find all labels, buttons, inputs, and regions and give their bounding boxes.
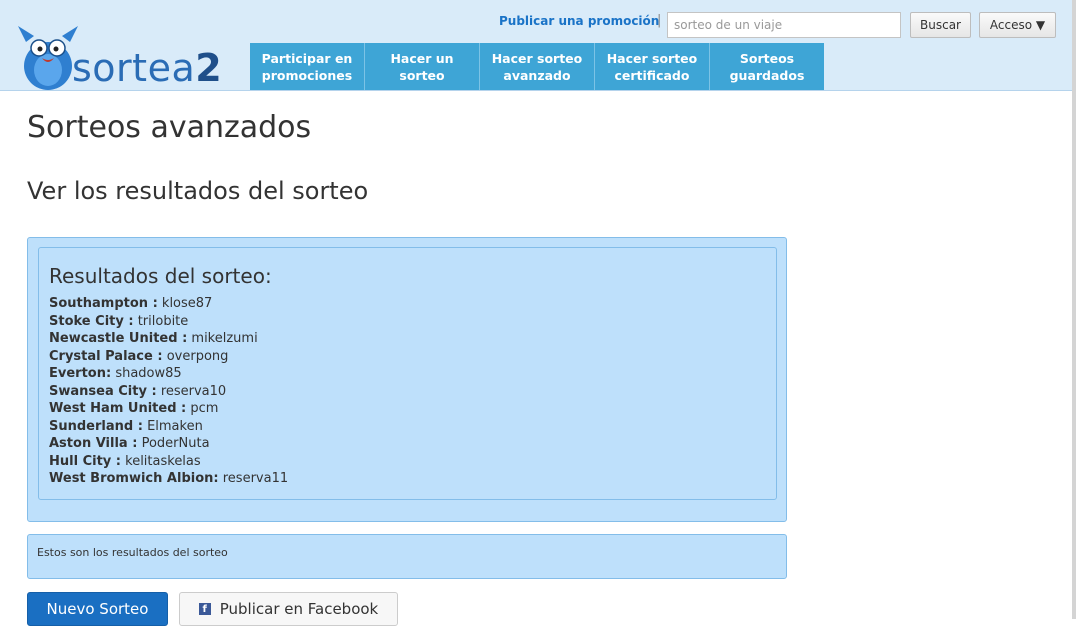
- participant-name: reserva11: [222, 471, 289, 486]
- team-name: Aston Villa :: [49, 436, 138, 451]
- list-item: Southampton : klose87: [49, 295, 288, 313]
- list-item: Newcastle United : mikelzumi: [49, 330, 288, 348]
- participant-name: kelitaskelas: [125, 453, 201, 469]
- participant-name: klose87: [161, 296, 213, 311]
- nav-label-line1: Hacer un: [390, 50, 454, 66]
- page-title: Sorteos avanzados: [27, 110, 312, 145]
- team-name: Southampton :: [49, 296, 158, 311]
- team-name: Sunderland :: [49, 418, 143, 434]
- section-title: Ver los resultados del sorteo: [27, 177, 369, 205]
- team-name: Everton:: [49, 366, 112, 381]
- site-header: sortea2 Publicar una promoción | Buscar …: [0, 0, 1072, 91]
- nav-label-line2: guardados: [729, 67, 805, 83]
- main-nav: Participar en promociones Hacer un sorteo …: [250, 43, 824, 90]
- share-facebook-label: Publicar en Facebook: [219, 600, 379, 618]
- list-item: West Bromwich Albion: reserva11: [49, 470, 288, 488]
- share-facebook-button[interactable]: f Publicar en Facebook: [179, 592, 398, 626]
- list-item: Stoke City : trilobite: [49, 313, 288, 331]
- participant-name: overpong: [166, 348, 229, 364]
- top-separator: |: [657, 13, 662, 28]
- participant-name: mikelzumi: [191, 331, 258, 346]
- list-item: Swansea City : reserva10: [49, 383, 288, 401]
- list-item: Crystal Palace : overpong: [49, 348, 288, 366]
- participant-name: trilobite: [137, 313, 189, 329]
- list-item: Aston Villa : PoderNuta: [49, 435, 288, 453]
- new-draw-button[interactable]: Nuevo Sorteo: [27, 592, 168, 626]
- participant-name: Elmaken: [147, 418, 203, 434]
- results-list: Southampton : klose87 Stoke City : trilo…: [49, 295, 288, 488]
- publish-promotion-link[interactable]: Publicar una promoción: [499, 14, 659, 28]
- team-name: Hull City :: [49, 453, 121, 469]
- nav-participate-promotions[interactable]: Participar en promociones: [250, 43, 365, 90]
- list-item: Everton: shadow85: [49, 365, 288, 383]
- nav-label-line1: Sorteos: [739, 50, 795, 66]
- nav-label-line1: Participar en: [261, 50, 353, 66]
- results-heading: Resultados del sorteo:: [49, 264, 272, 288]
- nav-label-line2: promociones: [261, 67, 353, 83]
- team-name: Newcastle United :: [49, 331, 188, 346]
- logo-suffix: 2: [195, 46, 223, 90]
- team-name: West Bromwich Albion:: [49, 471, 219, 486]
- result-message: Estos son los resultados del sorteo: [37, 546, 228, 559]
- nav-label-line1: Hacer sorteo: [491, 50, 583, 66]
- team-name: Stoke City :: [49, 313, 134, 329]
- site-logo-text[interactable]: sortea2: [72, 48, 222, 88]
- list-item: Hull City : kelitaskelas: [49, 453, 288, 471]
- team-name: West Ham United :: [49, 401, 187, 416]
- logo-word: sortea: [72, 46, 196, 90]
- nav-label-line1: Hacer sorteo: [606, 50, 698, 66]
- participant-name: shadow85: [115, 366, 182, 381]
- team-name: Crystal Palace :: [49, 348, 163, 364]
- nav-advanced-draw[interactable]: Hacer sorteo avanzado: [480, 43, 595, 90]
- search-input[interactable]: [667, 12, 901, 38]
- nav-make-draw[interactable]: Hacer un sorteo: [365, 43, 480, 90]
- list-item: West Ham United : pcm: [49, 400, 288, 418]
- nav-certified-draw[interactable]: Hacer sorteo certificado: [595, 43, 710, 90]
- nav-label-line2: avanzado: [503, 67, 571, 83]
- list-item: Sunderland : Elmaken: [49, 418, 288, 436]
- nav-label-line2: sorteo: [399, 67, 445, 83]
- search-button[interactable]: Buscar: [910, 12, 971, 38]
- participant-name: reserva10: [160, 383, 227, 399]
- participant-name: pcm: [190, 401, 219, 416]
- participant-name: PoderNuta: [141, 436, 210, 451]
- window-edge: [1072, 0, 1076, 619]
- facebook-icon: f: [198, 603, 211, 615]
- access-dropdown-button[interactable]: Acceso ▼: [979, 12, 1056, 38]
- nav-saved-draws[interactable]: Sorteos guardados: [710, 43, 824, 90]
- nav-label-line2: certificado: [614, 67, 690, 83]
- team-name: Swansea City :: [49, 383, 157, 399]
- result-message-box: Estos son los resultados del sorteo: [27, 534, 787, 579]
